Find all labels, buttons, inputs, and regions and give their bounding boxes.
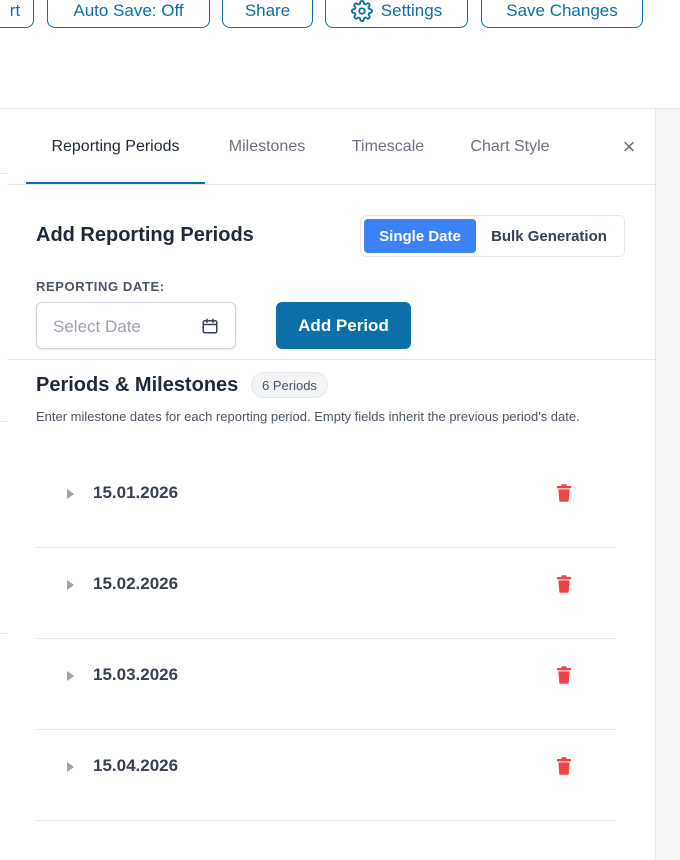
- period-date: 15.02.2026: [93, 574, 179, 593]
- tab-reporting-periods[interactable]: Reporting Periods: [26, 109, 205, 184]
- trash-icon[interactable]: [556, 484, 572, 502]
- expand-caret-icon[interactable]: [67, 671, 74, 681]
- period-date: 15.01.2026: [93, 483, 179, 502]
- close-icon[interactable]: ×: [619, 136, 639, 158]
- save-changes-button[interactable]: Save Changes: [481, 0, 643, 28]
- period-row[interactable]: 15.04.2026: [36, 729, 616, 821]
- reporting-date-field[interactable]: [36, 302, 236, 349]
- trash-icon[interactable]: [556, 575, 572, 593]
- period-date: 15.04.2026: [93, 756, 179, 775]
- period-count-badge: 6 Periods: [251, 372, 328, 398]
- tab-label: Timescale: [351, 137, 425, 155]
- period-row[interactable]: 15.02.2026: [36, 547, 616, 639]
- section-divider: [7, 359, 655, 360]
- autosave-label: Auto Save: Off: [73, 1, 184, 20]
- period-row[interactable]: 15.01.2026: [36, 456, 616, 548]
- export-button-label: rt: [9, 1, 21, 20]
- tab-milestones[interactable]: Milestones: [213, 109, 321, 184]
- period-row[interactable]: 15.03.2026: [36, 638, 616, 730]
- settings-label: Settings: [380, 1, 443, 20]
- bulk-generation-mode-button[interactable]: Bulk Generation: [479, 219, 619, 253]
- reporting-date-input[interactable]: [51, 315, 195, 339]
- tab-chart-style[interactable]: Chart Style: [455, 109, 565, 184]
- expand-caret-icon[interactable]: [67, 580, 74, 590]
- divider: [0, 421, 7, 422]
- export-button[interactable]: rt: [0, 0, 34, 28]
- save-changes-label: Save Changes: [506, 1, 618, 20]
- trash-icon[interactable]: [556, 757, 572, 775]
- top-toolbar: rt Auto Save: Off Share Settings Save Ch…: [0, 0, 680, 109]
- period-date: 15.03.2026: [93, 665, 179, 684]
- single-date-mode-button[interactable]: Single Date: [364, 219, 476, 253]
- tab-timescale[interactable]: Timescale: [336, 109, 440, 184]
- expand-caret-icon[interactable]: [67, 489, 74, 499]
- reporting-date-label: REPORTING DATE:: [36, 279, 165, 294]
- background-gutter: [656, 109, 680, 860]
- share-label: Share: [244, 1, 291, 20]
- divider: [0, 633, 7, 634]
- gear-icon: [350, 0, 373, 22]
- divider: [0, 173, 7, 174]
- tab-label: Chart Style: [470, 137, 550, 155]
- periods-hint-text: Enter milestone dates for each reporting…: [36, 409, 580, 424]
- calendar-icon[interactable]: [201, 317, 219, 335]
- autosave-toggle-button[interactable]: Auto Save: Off: [47, 0, 210, 28]
- expand-caret-icon[interactable]: [67, 762, 74, 772]
- periods-heading: Periods & Milestones: [36, 374, 239, 396]
- settings-button[interactable]: Settings: [325, 0, 468, 28]
- add-periods-heading: Add Reporting Periods: [36, 224, 254, 246]
- share-button[interactable]: Share: [222, 0, 313, 28]
- mode-segmented-control: Single Date Bulk Generation: [360, 215, 625, 257]
- add-period-button[interactable]: Add Period: [276, 302, 411, 349]
- trash-icon[interactable]: [556, 666, 572, 684]
- tab-bar: Reporting Periods Milestones Timescale C…: [7, 109, 655, 185]
- tab-label: Reporting Periods: [51, 137, 180, 155]
- tab-label: Milestones: [228, 137, 306, 155]
- settings-panel: Reporting Periods Milestones Timescale C…: [7, 109, 656, 860]
